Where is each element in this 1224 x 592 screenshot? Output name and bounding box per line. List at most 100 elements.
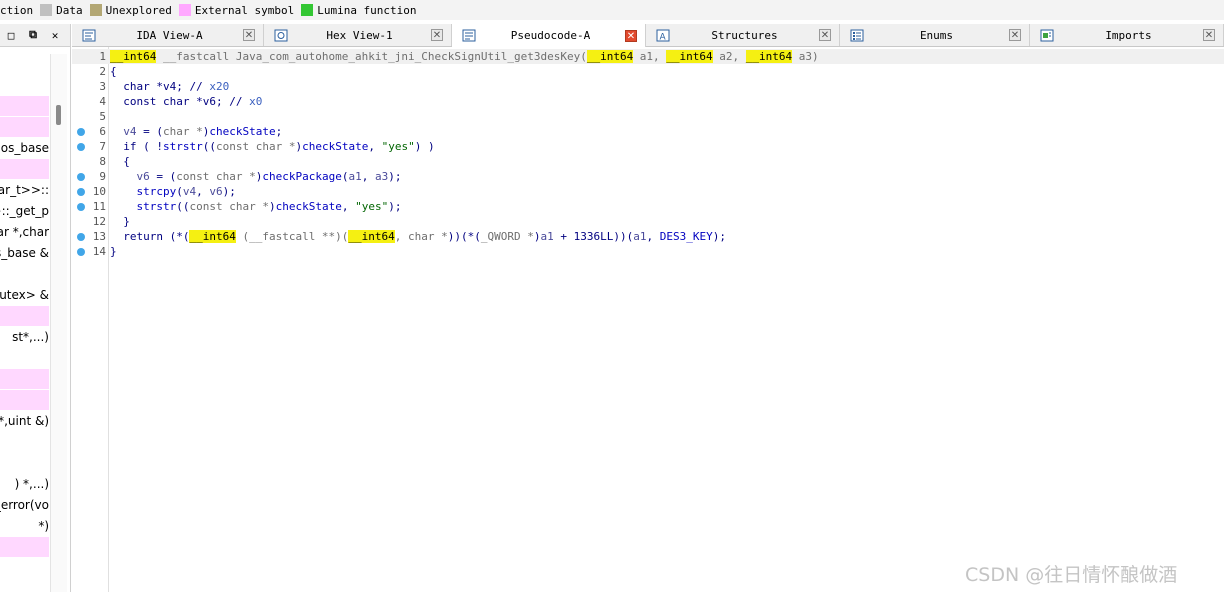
list-item[interactable]: _error(vo [0,495,49,515]
list-item[interactable]: ) *,...) [0,474,49,494]
code-token: a3 [374,170,389,183]
tab-close-icon[interactable]: ✕ [819,29,831,41]
code-token: { [110,65,117,78]
code-text[interactable]: } [110,244,117,259]
breakpoint-dot-icon[interactable] [77,233,85,241]
legend-label: External symbol [194,3,295,17]
tab-enums[interactable]: Enums ✕ [840,24,1030,46]
maximize-icon[interactable]: □ [0,29,22,42]
breakpoint-dot-icon[interactable] [77,248,85,256]
code-text[interactable]: if ( !strstr((const char *)checkState, "… [110,139,434,154]
list-item[interactable] [0,537,49,557]
code-line[interactable]: 13 return (*(__int64 (__fastcall **)(__i… [72,229,1224,244]
list-item[interactable]: har_t>>:: [0,180,49,200]
tab-label: Hex View-1 [326,28,393,42]
code-token: ) [268,200,276,213]
list-item[interactable] [0,390,49,410]
tab-close-icon[interactable]: ✕ [1009,29,1021,41]
code-text[interactable]: } [110,214,130,229]
code-line[interactable]: 9 v6 = (const char *)checkPackage(a1, a3… [72,169,1224,184]
tab-hex-view-1[interactable]: Hex View-1 ✕ [264,24,452,46]
list-item[interactable] [0,75,49,95]
highlighted-token: __int64 [586,50,634,63]
breakpoint-dot-icon[interactable] [77,128,85,136]
list-item[interactable]: har *,char [0,222,49,242]
list-item[interactable] [0,54,49,74]
tab-bar: IDA View-A ✕ Hex View-1 ✕ Pseudocode-A ✕ A Stru… [72,24,1224,47]
code-token: a1 [348,170,362,183]
list-item[interactable] [0,159,49,179]
pseudocode-view[interactable]: 1 __int64 __fastcall Java_com_autohome_ah… [72,47,1224,592]
legend-item: ction [0,4,33,17]
code-line[interactable]: 3 char *v4; // x20 [72,79,1224,94]
list-item[interactable] [0,117,49,137]
scrollbar-thumb[interactable] [56,105,61,125]
functions-panel: □⧉✕ ios_basehar_t>>::>::_get_phar *,char… [0,24,71,592]
code-token: (__fastcall **)( [235,230,349,243]
code-line[interactable]: 6 v4 = (char *)checkState; [72,124,1224,139]
code-text[interactable]: char *v4; // x20 [110,79,229,94]
code-line[interactable]: 2{ [72,64,1224,79]
code-token: v6 [110,170,150,183]
code-line[interactable]: 12 } [72,214,1224,229]
list-item[interactable] [0,306,49,326]
code-token: , [341,200,356,213]
tab-close-icon[interactable]: ✕ [431,29,443,41]
code-token: a1, [633,50,667,63]
breakpoint-dot-icon[interactable] [77,203,85,211]
code-line[interactable]: 7 if ( !strstr((const char *)checkState,… [72,139,1224,154]
code-text[interactable]: return (*(__int64 (__fastcall **)(__int6… [110,229,726,244]
svg-text:A: A [660,32,667,42]
list-item[interactable] [0,264,49,284]
code-line[interactable]: 8 { [72,154,1224,169]
tab-pseudocode-a[interactable]: Pseudocode-A ✕ [452,24,646,47]
list-item[interactable] [0,432,49,452]
list-item[interactable] [0,96,49,116]
breakpoint-dot-icon[interactable] [77,143,85,151]
line-number: 10 [92,185,106,198]
code-text[interactable]: v6 = (const char *)checkPackage(a1, a3); [110,169,401,184]
code-text[interactable]: __int64 __fastcall Java_com_autohome_ahk… [110,49,819,64]
tab-ida-view-a[interactable]: IDA View-A ✕ [72,24,264,46]
code-token: return (*( [110,230,190,243]
code-token: const char * [189,200,269,213]
close-icon[interactable]: ✕ [44,29,66,42]
code-token: ); [712,230,726,243]
code-text[interactable]: { [110,154,130,169]
code-line[interactable]: 11 strstr((const char *)checkState, "yes… [72,199,1224,214]
code-text[interactable]: strstr((const char *)checkState, "yes"); [110,199,401,214]
line-number: 14 [92,245,106,258]
tab-structures[interactable]: A Structures ✕ [646,24,840,46]
code-line[interactable]: 14} [72,244,1224,259]
tab-close-icon[interactable]: ✕ [243,29,255,41]
code-line[interactable]: 10 strcpy(v4, v6); [72,184,1224,199]
ida-view-icon [82,29,96,42]
list-item[interactable]: s_base & [0,243,49,263]
list-item[interactable]: *) [0,516,49,536]
list-item-label: har *,char [0,225,49,239]
list-item[interactable]: st*,...) [0,327,49,347]
tab-close-icon[interactable]: ✕ [1203,29,1215,41]
code-line[interactable]: 5 [72,109,1224,124]
list-item[interactable] [0,369,49,389]
list-item[interactable] [0,453,49,473]
restore-icon[interactable]: ⧉ [22,28,44,42]
list-item[interactable]: >::_get_p [0,201,49,221]
list-item[interactable]: ios_base [0,138,49,158]
code-text[interactable]: { [110,64,117,79]
breakpoint-dot-icon[interactable] [77,188,85,196]
code-token: (( [202,140,216,153]
tab-close-icon[interactable]: ✕ [625,29,637,42]
legend-swatch [178,4,191,16]
tab-imports[interactable]: Imports ✕ [1030,24,1224,46]
code-line[interactable]: 4 const char *v6; // x0 [72,94,1224,109]
list-item[interactable]: mutex> & [0,285,49,305]
list-item[interactable]: *,uint &) [0,411,49,431]
code-line[interactable]: 1 __int64 __fastcall Java_com_autohome_ah… [72,49,1224,64]
panel-scrollbar[interactable] [50,54,67,592]
list-item[interactable] [0,348,49,368]
breakpoint-dot-icon[interactable] [77,173,85,181]
code-text[interactable]: v4 = (char *)checkState; [110,124,282,139]
code-text[interactable]: const char *v6; // x0 [110,94,262,109]
code-text[interactable]: strcpy(v4, v6); [110,184,235,199]
